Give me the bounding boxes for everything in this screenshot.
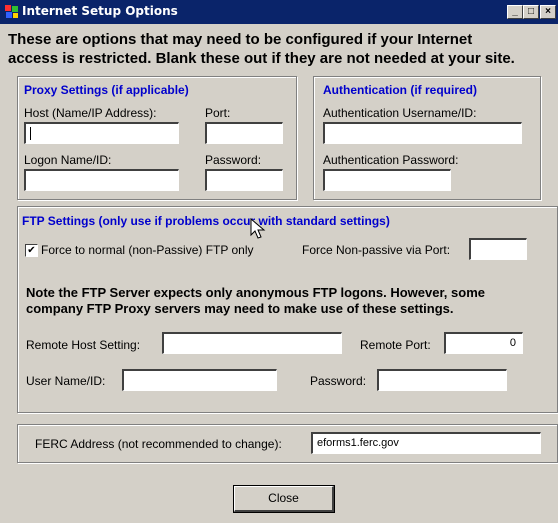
authentication-title: Authentication (if required): [323, 83, 477, 97]
internet-setup-window: Internet Setup Options _ □ × These are o…: [0, 0, 558, 523]
title-bar[interactable]: Internet Setup Options _ □ ×: [0, 0, 558, 24]
ftp-username-input[interactable]: [122, 369, 277, 391]
close-window-button[interactable]: ×: [540, 5, 556, 19]
proxy-settings-group: Proxy Settings (if applicable) Host (Nam…: [17, 76, 297, 200]
ftp-password-label: Password:: [310, 374, 367, 388]
ftp-username-label: User Name/ID:: [26, 374, 106, 388]
proxy-port-input[interactable]: [205, 122, 283, 144]
remote-port-input[interactable]: 0: [444, 332, 523, 354]
proxy-logon-label: Logon Name/ID:: [24, 153, 112, 167]
force-passive-checkbox[interactable]: ✔: [25, 244, 38, 257]
maximize-button[interactable]: □: [523, 5, 539, 19]
close-button[interactable]: Close: [233, 485, 335, 513]
proxy-password-label: Password:: [205, 153, 262, 167]
ftp-settings-title: FTP Settings (only use if problems occur…: [22, 214, 390, 228]
ftp-settings-group: FTP Settings (only use if problems occur…: [17, 206, 558, 413]
auth-username-input[interactable]: [323, 122, 522, 144]
text-caret: [30, 127, 31, 140]
auth-password-label: Authentication Password:: [323, 153, 459, 167]
proxy-port-label: Port:: [205, 106, 231, 120]
remote-host-label: Remote Host Setting:: [26, 338, 141, 352]
remote-port-label: Remote Port:: [360, 338, 431, 352]
proxy-settings-title: Proxy Settings (if applicable): [24, 83, 189, 97]
force-passive-label[interactable]: Force to normal (non-Passive) FTP only: [41, 243, 254, 257]
intro-heading: These are options that may need to be co…: [8, 30, 558, 68]
ftp-note-line-1: Note the FTP Server expects only anonymo…: [26, 285, 485, 300]
proxy-password-input[interactable]: [205, 169, 283, 191]
minimize-button[interactable]: _: [507, 5, 523, 19]
nonpassive-port-label: Force Non-passive via Port:: [302, 243, 451, 257]
ferc-address-group: FERC Address (not recommended to change)…: [17, 424, 558, 463]
intro-line-1: These are options that may need to be co…: [8, 31, 473, 48]
intro-line-2: access is restricted. Blank these out if…: [8, 50, 515, 67]
proxy-logon-input[interactable]: [24, 169, 179, 191]
app-icon: [5, 5, 18, 18]
proxy-host-label: Host (Name/IP Address):: [24, 106, 157, 120]
remote-host-input[interactable]: [162, 332, 342, 354]
ftp-password-input[interactable]: [377, 369, 507, 391]
ferc-address-label: FERC Address (not recommended to change)…: [35, 437, 282, 451]
ferc-address-input[interactable]: eforms1.ferc.gov: [311, 432, 541, 454]
auth-username-label: Authentication Username/ID:: [323, 106, 477, 120]
mouse-pointer-icon: [250, 218, 266, 239]
proxy-host-input[interactable]: [24, 122, 179, 144]
auth-password-input[interactable]: [323, 169, 451, 191]
nonpassive-port-input[interactable]: [469, 238, 527, 260]
authentication-group: Authentication (if required) Authenticat…: [313, 76, 541, 200]
window-title: Internet Setup Options: [22, 4, 178, 18]
ftp-note-line-2: company FTP Proxy servers may need to ma…: [26, 301, 454, 316]
